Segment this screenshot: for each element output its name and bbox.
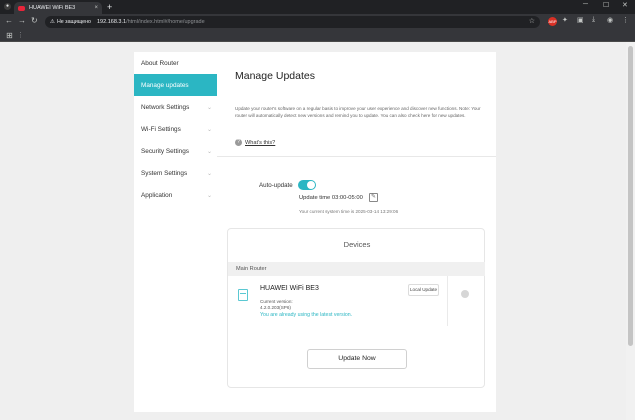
downloads-icon[interactable]: ⤓: [592, 16, 595, 24]
page-description: Update your router's software on a regul…: [235, 106, 481, 118]
tab-close-icon[interactable]: ×: [94, 5, 98, 11]
bookmarks-bar: ⊞ ⋮: [0, 30, 635, 42]
router-row: HUAWEI WiFi BE3 Current version: 4.2.0.2…: [228, 276, 485, 326]
sidebar-item-label: Manage updates: [141, 81, 189, 89]
sidebar-item-label: Network Settings: [141, 103, 190, 111]
bookmarks-menu-icon[interactable]: ⋮: [17, 31, 24, 39]
router-select-radio[interactable]: [461, 290, 469, 298]
manage-updates-panel: Manage Updates Update your router's soft…: [217, 52, 496, 412]
version-number: 4.2.0.203(SP6): [260, 305, 291, 310]
sidebar-item-security-settings[interactable]: Security Settings ⌄: [134, 140, 217, 162]
sidebar-item-label: System Settings: [141, 169, 188, 177]
column-divider: [447, 276, 448, 326]
settings-sidebar: About Router Manage updates Network Sett…: [134, 52, 217, 412]
sidebar-item-about-router[interactable]: About Router: [134, 52, 217, 74]
auto-update-label: Auto-update: [259, 182, 293, 189]
side-panel-icon[interactable]: ▣: [577, 16, 584, 24]
whats-new-label: What's this?: [245, 139, 276, 146]
chevron-down-icon: ⌄: [206, 192, 212, 199]
system-time-text: Your current system time is 2025-03-14 1…: [299, 209, 399, 214]
auto-update-toggle[interactable]: [298, 180, 316, 190]
extension-icon[interactable]: ABP: [548, 17, 557, 26]
sidebar-item-network-settings[interactable]: Network Settings ⌄: [134, 96, 217, 118]
menu-icon[interactable]: ⋮: [622, 16, 629, 24]
sidebar-item-label: Wi-Fi Settings: [141, 125, 181, 133]
chevron-down-icon: ⌄: [206, 104, 212, 111]
sidebar-item-manage-updates[interactable]: Manage updates: [134, 74, 217, 96]
divider: [217, 156, 496, 157]
chevron-down-icon: ⌄: [206, 148, 212, 155]
url-host: 192.168.3.1: [97, 19, 127, 25]
chevron-down-icon: ⌄: [206, 126, 212, 133]
browser-toolbar: ← → ↻ ⚠ Не защищено 192.168.3.1 /html/in…: [0, 14, 635, 30]
close-window-icon[interactable]: ✕: [622, 1, 628, 9]
sidebar-item-application[interactable]: Application ⌄: [134, 184, 217, 206]
url-path: /html/index.html#/home/upgrade: [126, 19, 205, 25]
page-title: Manage Updates: [235, 70, 315, 82]
huawei-favicon-icon: [18, 5, 25, 11]
reload-icon[interactable]: ↻: [31, 16, 38, 25]
local-update-button[interactable]: Local Update: [408, 284, 439, 296]
forward-icon[interactable]: →: [18, 16, 26, 25]
new-tab-button[interactable]: +: [107, 2, 112, 12]
current-version-label: Current version:: [260, 299, 293, 304]
extension-puzzle-icon[interactable]: ✦: [562, 16, 568, 24]
main-router-header: Main Router: [228, 262, 485, 276]
sidebar-item-label: About Router: [141, 59, 179, 67]
address-bar[interactable]: ⚠ Не защищено 192.168.3.1 /html/index.ht…: [45, 16, 540, 28]
sidebar-item-label: Security Settings: [141, 147, 189, 155]
sidebar-item-system-settings[interactable]: System Settings ⌄: [134, 162, 217, 184]
bookmark-star-icon[interactable]: ☆: [529, 17, 535, 25]
sidebar-item-label: Application: [141, 191, 173, 199]
apps-grid-icon[interactable]: ⊞: [6, 31, 13, 40]
not-secure-label: Не защищено: [56, 19, 91, 25]
devices-card: Devices Main Router HUAWEI WiFi BE3 Curr…: [227, 228, 485, 388]
scrollbar-thumb[interactable]: [628, 46, 633, 346]
edit-icon[interactable]: ✎: [369, 193, 378, 202]
tab-title: HUAWEI WiFi BE3: [29, 5, 76, 11]
router-device-icon: [238, 289, 248, 301]
update-time-label: Update time 03:00-05:00: [299, 195, 363, 201]
maximize-icon[interactable]: ☐: [603, 1, 609, 9]
toggle-knob: [307, 181, 315, 189]
whats-new-link[interactable]: ? What's this?: [235, 139, 275, 146]
not-secure-icon: ⚠: [50, 19, 55, 25]
chevron-down-icon: ⌄: [206, 170, 212, 177]
update-status-text: You are already using the latest version…: [260, 312, 353, 318]
back-icon[interactable]: ←: [5, 16, 13, 25]
question-icon: ?: [235, 139, 242, 146]
router-name: HUAWEI WiFi BE3: [260, 285, 319, 292]
page-viewport: About Router Manage updates Network Sett…: [0, 42, 635, 420]
profile-icon[interactable]: ●: [4, 3, 11, 10]
browser-tab-bar: ● HUAWEI WiFi BE3 × + ─ ☐ ✕: [0, 0, 635, 14]
minimize-icon[interactable]: ─: [583, 1, 588, 8]
sidebar-item-wifi-settings[interactable]: Wi-Fi Settings ⌄: [134, 118, 217, 140]
update-now-button[interactable]: Update Now: [307, 349, 407, 369]
devices-title: Devices: [343, 240, 371, 249]
browser-tab[interactable]: HUAWEI WiFi BE3 ×: [14, 2, 102, 14]
account-icon[interactable]: ◉: [607, 16, 613, 24]
